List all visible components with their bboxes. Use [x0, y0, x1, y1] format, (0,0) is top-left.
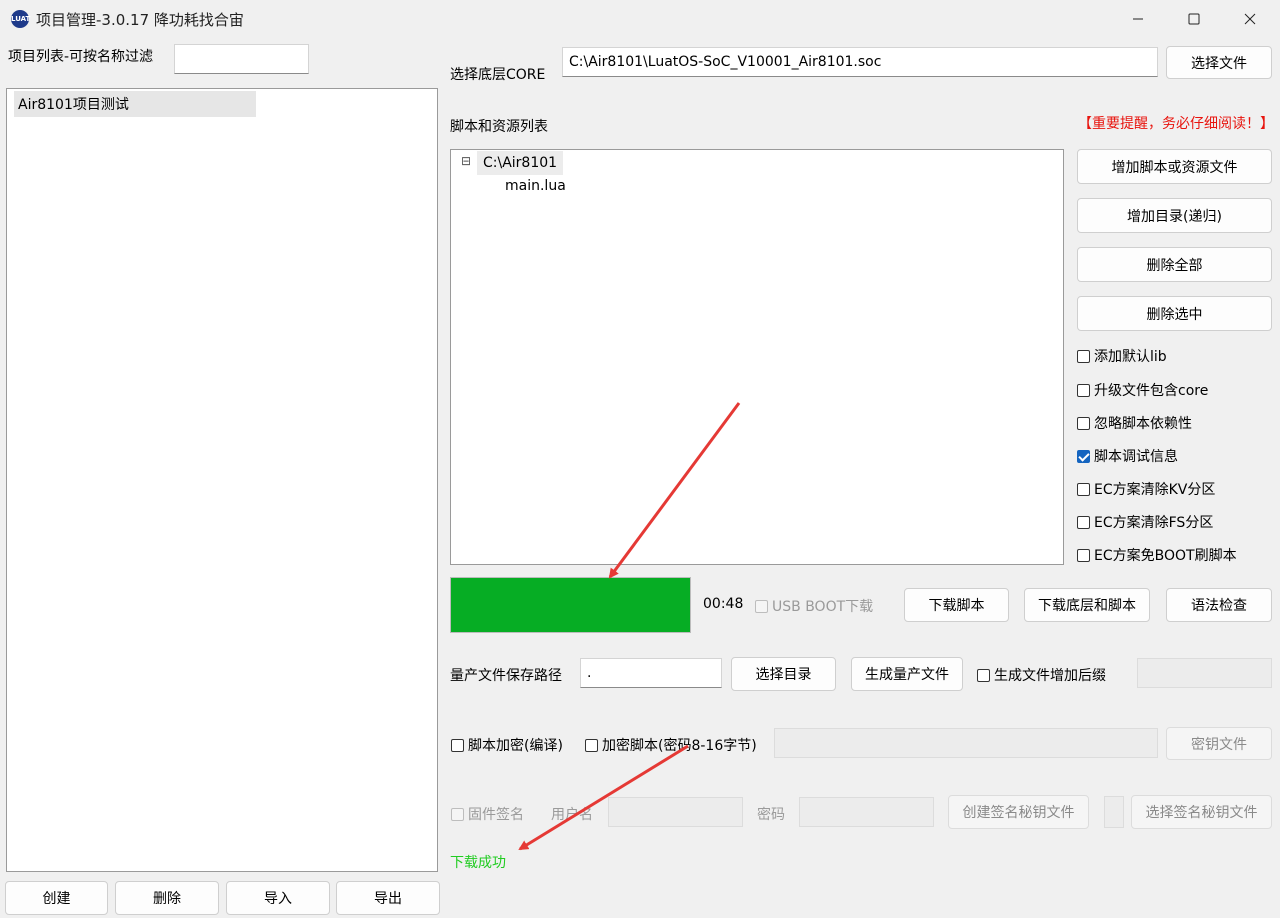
- checkbox-box[interactable]: [585, 738, 598, 752]
- sign-password-input[interactable]: [799, 797, 934, 827]
- key-file-button[interactable]: 密钥文件: [1166, 727, 1272, 760]
- username-label: 用户名: [551, 807, 593, 823]
- delete-project-button[interactable]: 删除: [115, 881, 219, 915]
- close-icon: [1244, 13, 1256, 25]
- import-project-button[interactable]: 导入: [226, 881, 330, 915]
- add-default-lib-checkbox[interactable]: 添加默认lib: [1077, 346, 1167, 366]
- minimize-icon: [1133, 18, 1143, 20]
- sign-key-path-input[interactable]: [1104, 796, 1124, 828]
- checkbox-box[interactable]: [451, 807, 464, 821]
- core-label: 选择底层CORE: [450, 67, 546, 83]
- maximize-icon: [1188, 13, 1200, 25]
- generate-mass-file-button[interactable]: 生成量产文件: [851, 657, 963, 691]
- usb-boot-checkbox[interactable]: USB BOOT下载: [755, 596, 873, 616]
- elapsed-time: 00:48: [703, 596, 744, 612]
- encrypt-password-input[interactable]: [774, 728, 1158, 758]
- important-notice-link[interactable]: 【重要提醒，务必仔细阅读！】: [1078, 113, 1274, 133]
- add-script-file-button[interactable]: 增加脚本或资源文件: [1077, 149, 1272, 184]
- select-sign-key-button[interactable]: 选择签名秘钥文件: [1131, 795, 1272, 829]
- clear-fs-checkbox[interactable]: EC方案清除FS分区: [1077, 512, 1213, 532]
- no-boot-flash-checkbox[interactable]: EC方案免BOOT刷脚本: [1077, 545, 1237, 565]
- project-list[interactable]: Air8101项目测试: [6, 88, 438, 872]
- progress-fill: [451, 578, 690, 632]
- username-input[interactable]: [608, 797, 743, 827]
- select-directory-button[interactable]: 选择目录: [731, 657, 836, 691]
- project-list-item[interactable]: Air8101项目测试: [14, 91, 256, 117]
- include-core-checkbox[interactable]: 升级文件包含core: [1077, 380, 1208, 400]
- close-button[interactable]: [1222, 0, 1278, 38]
- download-core-and-script-button[interactable]: 下载底层和脚本: [1024, 588, 1150, 622]
- checkbox-box[interactable]: [1077, 349, 1090, 363]
- password-encrypt-checkbox[interactable]: 加密脚本(密码8-16字节): [585, 735, 757, 755]
- delete-selected-button[interactable]: 删除选中: [1077, 296, 1272, 331]
- checkbox-box[interactable]: [1077, 383, 1090, 397]
- clear-kv-checkbox[interactable]: EC方案清除KV分区: [1077, 479, 1215, 499]
- checkbox-box[interactable]: [1077, 548, 1090, 562]
- checkbox-checked-box[interactable]: [1077, 449, 1090, 463]
- core-path-input[interactable]: C:\Air8101\LuatOS-SoC_V10001_Air8101.soc: [562, 47, 1158, 77]
- minimize-button[interactable]: [1110, 0, 1166, 38]
- checkbox-box[interactable]: [977, 668, 990, 682]
- tree-root-node[interactable]: C:\Air8101: [477, 151, 564, 175]
- select-core-file-button[interactable]: 选择文件: [1166, 46, 1272, 79]
- export-project-button[interactable]: 导出: [336, 881, 440, 915]
- mass-path-input[interactable]: .: [580, 658, 722, 688]
- window-title: 项目管理-3.0.17 降功耗找合宙: [36, 11, 244, 29]
- create-sign-key-button[interactable]: 创建签名秘钥文件: [948, 795, 1089, 829]
- checkbox-box[interactable]: [1077, 416, 1090, 430]
- add-suffix-checkbox[interactable]: 生成文件增加后缀: [977, 665, 1106, 685]
- ignore-dependency-checkbox[interactable]: 忽略脚本依赖性: [1077, 413, 1192, 433]
- collapse-toggle-icon[interactable]: ⊟: [461, 154, 471, 168]
- debug-info-checkbox[interactable]: 脚本调试信息: [1077, 446, 1178, 466]
- download-progress-bar: [450, 577, 691, 633]
- syntax-check-button[interactable]: 语法检查: [1166, 588, 1272, 622]
- sign-password-label: 密码: [757, 807, 785, 823]
- checkbox-box[interactable]: [1077, 515, 1090, 529]
- create-project-button[interactable]: 创建: [5, 881, 108, 915]
- firmware-sign-checkbox[interactable]: 固件签名: [451, 804, 524, 824]
- project-filter-label: 项目列表-可按名称过滤: [8, 49, 154, 65]
- checkbox-box[interactable]: [451, 738, 464, 752]
- script-tree[interactable]: ⊟ C:\Air8101 main.lua: [450, 149, 1064, 565]
- add-directory-button[interactable]: 增加目录(递归): [1077, 198, 1272, 233]
- script-list-label: 脚本和资源列表: [450, 119, 548, 135]
- tree-file-node[interactable]: main.lua: [505, 178, 566, 194]
- title-bar: LUAT 项目管理-3.0.17 降功耗找合宙: [0, 0, 1280, 38]
- mass-path-label: 量产文件保存路径: [450, 668, 562, 684]
- download-script-button[interactable]: 下载脚本: [904, 588, 1009, 622]
- project-filter-input[interactable]: [174, 44, 309, 74]
- script-encrypt-checkbox[interactable]: 脚本加密(编译): [451, 735, 563, 755]
- download-status-text: 下载成功: [450, 855, 506, 871]
- checkbox-box[interactable]: [1077, 482, 1090, 496]
- delete-all-button[interactable]: 删除全部: [1077, 247, 1272, 282]
- suffix-input[interactable]: [1137, 658, 1272, 688]
- checkbox-box[interactable]: [755, 599, 768, 613]
- app-logo-icon: LUAT: [11, 10, 30, 28]
- maximize-button[interactable]: [1166, 0, 1222, 38]
